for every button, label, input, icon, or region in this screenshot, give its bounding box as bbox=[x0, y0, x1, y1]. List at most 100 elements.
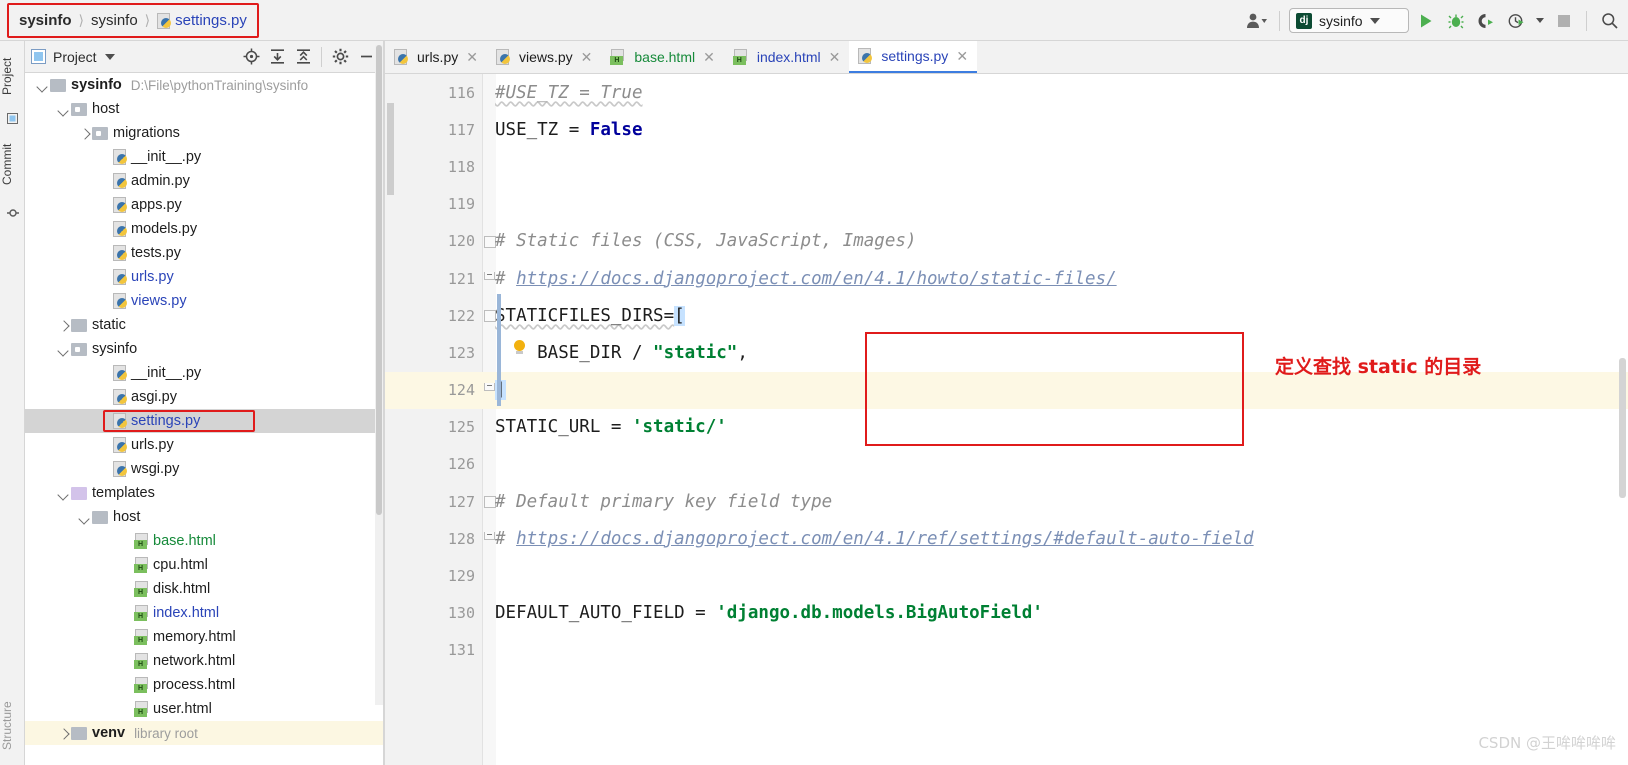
tree-item-admin-py[interactable]: admin.py bbox=[25, 169, 385, 193]
code-line-117[interactable]: 117 USE_TZ = False bbox=[385, 111, 1628, 148]
sidebar-tab-structure[interactable]: Structure bbox=[0, 689, 25, 763]
code-text: #USE_TZ = True bbox=[495, 82, 643, 103]
collapse-arrow-icon[interactable] bbox=[56, 486, 71, 501]
tree-item-models-py[interactable]: models.py bbox=[25, 217, 385, 241]
code-line-119[interactable]: 119 bbox=[385, 186, 1628, 223]
stop-icon[interactable] bbox=[1551, 8, 1577, 34]
breadcrumb-item-project[interactable]: sysinfo bbox=[19, 12, 72, 29]
run-configuration-selector[interactable]: dj sysinfo bbox=[1289, 8, 1409, 33]
tree-item-cpu-html[interactable]: cpu.html bbox=[25, 553, 385, 577]
search-everywhere-icon[interactable] bbox=[1596, 8, 1622, 34]
code-line-122[interactable]: 122 STATICFILES_DIRS=[ bbox=[385, 297, 1628, 334]
project-tree-scrollbar[interactable] bbox=[375, 45, 383, 705]
code-line-116[interactable]: 116 #USE_TZ = True bbox=[385, 74, 1628, 111]
editor-tab-bar[interactable]: urls.py✕views.py✕base.html✕index.html✕se… bbox=[385, 41, 1628, 74]
editor-tab-label: base.html bbox=[634, 49, 696, 65]
code-line-130[interactable]: 130 DEFAULT_AUTO_FIELD = 'django.db.model… bbox=[385, 595, 1628, 632]
expand-all-icon[interactable] bbox=[264, 44, 290, 70]
tree-item-label: process.html bbox=[153, 677, 236, 693]
sidebar-tab-commit[interactable]: Commit bbox=[0, 129, 25, 199]
code-area[interactable]: 116 #USE_TZ = True 117 USE_TZ = False 118 119… bbox=[385, 74, 1628, 765]
expand-arrow-icon[interactable] bbox=[56, 726, 71, 741]
folder-icon bbox=[92, 510, 108, 524]
tree-item-templates[interactable]: templates bbox=[25, 481, 385, 505]
profile-dropdown-icon[interactable] bbox=[1533, 8, 1547, 34]
debug-icon[interactable] bbox=[1443, 8, 1469, 34]
collapse-all-icon[interactable] bbox=[290, 44, 316, 70]
collapse-arrow-icon[interactable] bbox=[35, 78, 50, 93]
code-line-118[interactable]: 118 bbox=[385, 148, 1628, 185]
profile-icon[interactable] bbox=[1503, 8, 1529, 34]
editor-tab-base-html[interactable]: base.html ✕ bbox=[601, 41, 723, 73]
collapse-arrow-icon[interactable] bbox=[56, 102, 71, 117]
tree-item-library-tag: library root bbox=[134, 725, 198, 741]
code-line-121[interactable]: 121 # https://docs.djangoproject.com/en/4… bbox=[385, 260, 1628, 297]
breadcrumb-item-file[interactable]: settings.py bbox=[175, 12, 247, 29]
fold-arrow-icon[interactable] bbox=[484, 235, 496, 248]
tree-item-settings-py[interactable]: settings.py bbox=[25, 409, 385, 433]
close-icon[interactable]: ✕ bbox=[956, 48, 968, 65]
tree-item-host[interactable]: host bbox=[25, 97, 385, 121]
tree-item-apps-py[interactable]: apps.py bbox=[25, 193, 385, 217]
expand-arrow-icon[interactable] bbox=[77, 126, 92, 141]
code-line-120[interactable]: 120 # Static files (CSS, JavaScript, Imag… bbox=[385, 223, 1628, 260]
left-tool-strip: Project Commit Structure bbox=[0, 41, 25, 765]
tree-item-asgi-py[interactable]: asgi.py bbox=[25, 385, 385, 409]
tree-item-index-html[interactable]: index.html bbox=[25, 601, 385, 625]
user-account-icon[interactable] bbox=[1244, 8, 1270, 34]
code-line-125[interactable]: 125 STATIC_URL = 'static/' bbox=[385, 409, 1628, 446]
run-icon[interactable] bbox=[1413, 8, 1439, 34]
fold-arrow-icon[interactable] bbox=[484, 496, 496, 509]
run-with-coverage-icon[interactable] bbox=[1473, 8, 1499, 34]
code-line-131[interactable]: 131 bbox=[385, 632, 1628, 669]
tree-item-migrations[interactable]: migrations bbox=[25, 121, 385, 145]
tree-item-process-html[interactable]: process.html bbox=[25, 673, 385, 697]
editor-tab-settings-py[interactable]: settings.py ✕ bbox=[849, 41, 978, 73]
code-line-128[interactable]: 128 # https://docs.djangoproject.com/en/4… bbox=[385, 520, 1628, 557]
code-line-127[interactable]: 127 # Default primary key field type bbox=[385, 483, 1628, 520]
tree-item-network-html[interactable]: network.html bbox=[25, 649, 385, 673]
tree-item-venv[interactable]: venv library root bbox=[25, 721, 385, 745]
tree-item-sysinfo[interactable]: sysinfo D:\File\pythonTraining\sysinfo bbox=[25, 73, 385, 97]
tree-item-urls-py[interactable]: urls.py bbox=[25, 433, 385, 457]
editor-tab-urls-py[interactable]: urls.py ✕ bbox=[385, 41, 487, 73]
breadcrumb-item-package[interactable]: sysinfo bbox=[91, 12, 138, 29]
folder-icon bbox=[71, 726, 87, 740]
tree-item-user-html[interactable]: user.html bbox=[25, 697, 385, 721]
collapse-arrow-icon[interactable] bbox=[56, 342, 71, 357]
tree-item--init-py[interactable]: __init__.py bbox=[25, 145, 385, 169]
editor-tab-views-py[interactable]: views.py ✕ bbox=[487, 41, 601, 73]
code-line-126[interactable]: 126 bbox=[385, 446, 1628, 483]
sidebar-tab-project[interactable]: Project bbox=[0, 45, 25, 107]
editor-vertical-scrollbar[interactable] bbox=[1618, 108, 1627, 758]
tree-item-urls-py[interactable]: urls.py bbox=[25, 265, 385, 289]
project-tree[interactable]: sysinfo D:\File\pythonTraining\sysinfo hos… bbox=[25, 73, 385, 765]
fold-end-icon[interactable] bbox=[484, 271, 495, 280]
tree-item-sysinfo[interactable]: sysinfo bbox=[25, 337, 385, 361]
tree-item-host[interactable]: host bbox=[25, 505, 385, 529]
intention-bulb-icon[interactable] bbox=[513, 340, 526, 355]
fold-end-icon[interactable] bbox=[484, 532, 495, 541]
tree-item-disk-html[interactable]: disk.html bbox=[25, 577, 385, 601]
gear-icon[interactable] bbox=[327, 44, 353, 70]
close-icon[interactable]: ✕ bbox=[466, 49, 478, 66]
tree-item-static[interactable]: static bbox=[25, 313, 385, 337]
tree-item-views-py[interactable]: views.py bbox=[25, 289, 385, 313]
code-line-129[interactable]: 129 bbox=[385, 557, 1628, 594]
tree-item-wsgi-py[interactable]: wsgi.py bbox=[25, 457, 385, 481]
locate-icon[interactable] bbox=[238, 44, 264, 70]
expand-arrow-icon[interactable] bbox=[56, 318, 71, 333]
project-view-dropdown-icon[interactable] bbox=[97, 44, 123, 70]
breadcrumb[interactable]: sysinfo ⟩ sysinfo ⟩ settings.py bbox=[7, 3, 259, 38]
close-icon[interactable]: ✕ bbox=[581, 49, 593, 66]
tree-item-tests-py[interactable]: tests.py bbox=[25, 241, 385, 265]
close-icon[interactable]: ✕ bbox=[829, 49, 841, 66]
editor-tab-index-html[interactable]: index.html ✕ bbox=[724, 41, 850, 73]
tree-item--init-py[interactable]: __init__.py bbox=[25, 361, 385, 385]
tree-item-base-html[interactable]: base.html bbox=[25, 529, 385, 553]
fold-end-icon[interactable] bbox=[484, 382, 495, 391]
close-icon[interactable]: ✕ bbox=[703, 49, 715, 66]
collapse-arrow-icon[interactable] bbox=[77, 510, 92, 525]
fold-arrow-icon[interactable] bbox=[484, 310, 496, 323]
tree-item-memory-html[interactable]: memory.html bbox=[25, 625, 385, 649]
